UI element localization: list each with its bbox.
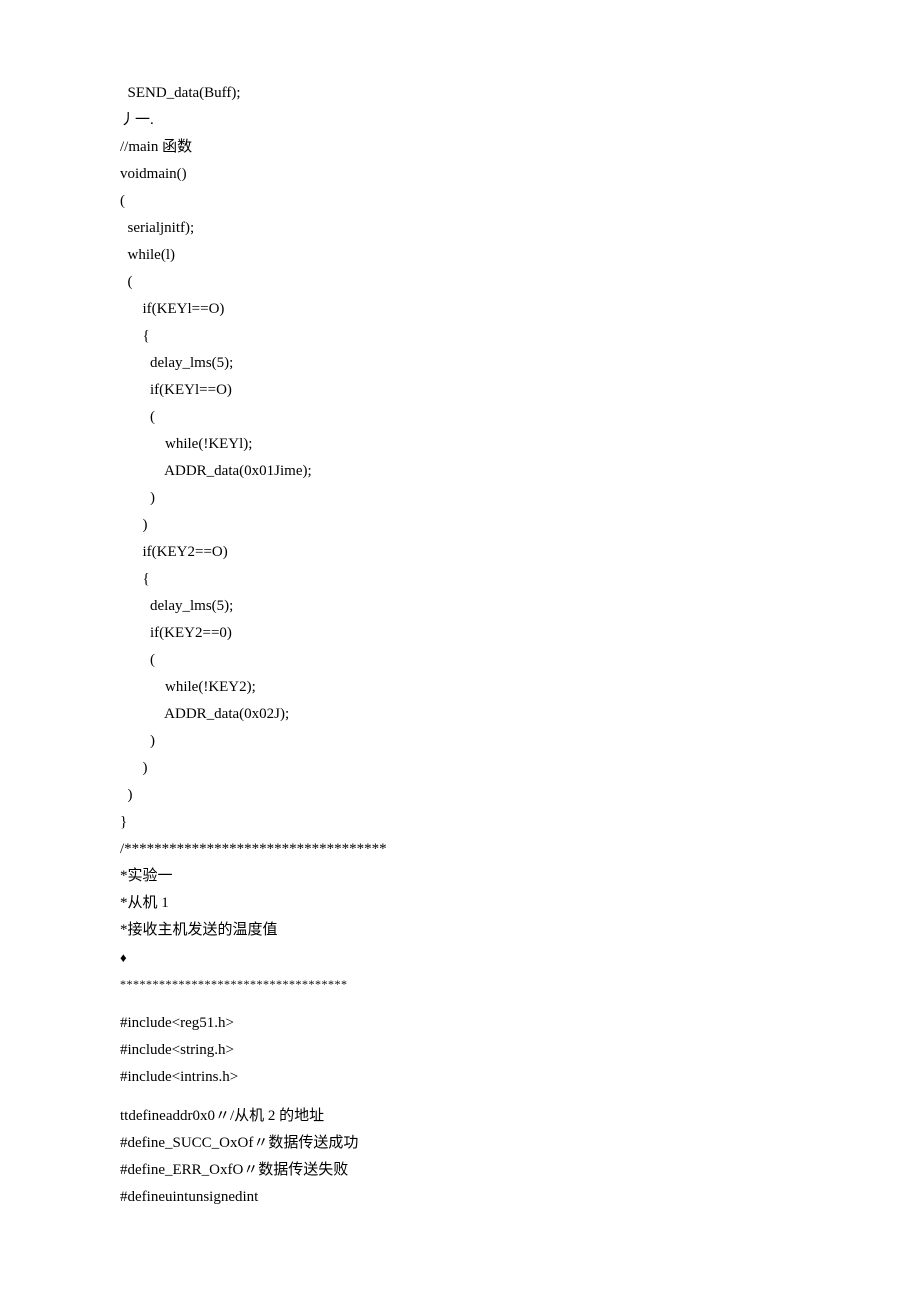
document-page: SEND_data(Buff); 丿一. //main 函数 voidmain(… <box>0 0 920 1291</box>
code-line: ( <box>120 269 800 296</box>
code-line: ) <box>120 512 800 539</box>
code-line: while(!KEYl); <box>120 431 800 458</box>
code-line: ttdefineaddr0x0〃/从机 2 的地址 <box>120 1103 800 1130</box>
code-line: *接收主机发送的温度值 <box>120 917 800 944</box>
code-line: //main 函数 <box>120 134 800 161</box>
code-line: { <box>120 323 800 350</box>
code-line: ADDR_data(0x01Jime); <box>120 458 800 485</box>
code-line: #include<reg51.h> <box>120 1010 800 1037</box>
code-line: while(!KEY2); <box>120 674 800 701</box>
code-line: ADDR_data(0x02J); <box>120 701 800 728</box>
code-line: ) <box>120 755 800 782</box>
code-line: #include<string.h> <box>120 1037 800 1064</box>
code-line: if(KEYl==O) <box>120 296 800 323</box>
code-line: #define_SUCC_OxOf〃数据传送成功 <box>120 1130 800 1157</box>
code-line: #include<intrins.h> <box>120 1064 800 1091</box>
code-line: *从机 1 <box>120 890 800 917</box>
code-line: ) <box>120 782 800 809</box>
code-line: if(KEY2==0) <box>120 620 800 647</box>
code-line: voidmain() <box>120 161 800 188</box>
code-line: ( <box>120 188 800 215</box>
code-line: ) <box>120 485 800 512</box>
code-line: delay_lms(5); <box>120 350 800 377</box>
diamond-icon: ♦ <box>120 944 800 971</box>
code-line: #defineuintunsignedint <box>120 1184 800 1211</box>
code-line: if(KEY2==O) <box>120 539 800 566</box>
code-line: delay_lms(5); <box>120 593 800 620</box>
code-line: #define_ERR_OxfO〃数据传送失败 <box>120 1157 800 1184</box>
code-line: } <box>120 809 800 836</box>
code-line: if(KEYl==O) <box>120 377 800 404</box>
code-line: *实验一 <box>120 863 800 890</box>
code-line: SEND_data(Buff); <box>120 80 800 107</box>
code-line: serialjnitf); <box>120 215 800 242</box>
code-line: 丿一. <box>120 107 800 134</box>
code-line: while(l) <box>120 242 800 269</box>
code-line: /*********************************** <box>120 836 800 863</box>
code-line: ( <box>120 404 800 431</box>
code-line: ( <box>120 647 800 674</box>
code-line: *********************************** <box>120 971 800 998</box>
code-line: { <box>120 566 800 593</box>
code-line: ) <box>120 728 800 755</box>
